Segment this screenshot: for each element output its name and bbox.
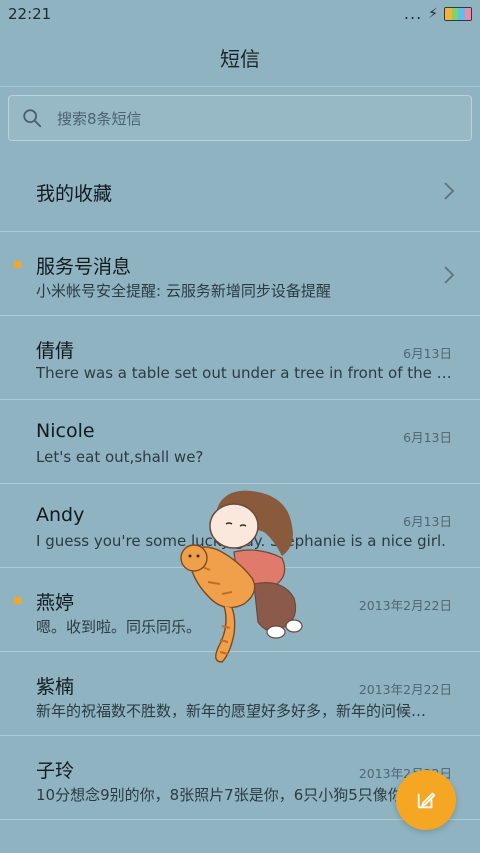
conversation-preview: 新年的祝福数不胜数，新年的愿望好多好多，新年的问候… — [36, 702, 427, 720]
conversation-preview: 小米帐号安全提醒: 云服务新增同步设备提醒 — [36, 282, 331, 300]
conversation-name: 紫楠 — [36, 676, 75, 698]
conversation-date: 2013年2月22日 — [358, 682, 452, 697]
conversation-name: 服务号消息 — [36, 256, 132, 278]
search-icon — [23, 109, 42, 128]
charging-icon: ⚡ — [428, 6, 438, 22]
conversation-date: 6月13日 — [403, 430, 452, 445]
header: 短信 — [0, 28, 480, 87]
conversation-date: 6月13日 — [403, 514, 452, 529]
list-item-favorites[interactable]: 我的收藏 — [0, 150, 480, 232]
conversation-date: 6月13日 — [403, 346, 452, 361]
unread-dot — [14, 261, 21, 268]
conversation-preview: 10分想念9别的你，8张照片7张是你，6只小狗5只像你… — [36, 786, 418, 804]
status-bar: 22:21 ... ⚡ — [0, 0, 480, 28]
conversation-name: Andy — [36, 504, 85, 526]
status-indicators: ... ⚡ — [404, 6, 472, 22]
list-item-conversation[interactable]: Nicole 6月13日 Let's eat out,shall we? — [0, 400, 480, 484]
compose-button[interactable] — [396, 770, 456, 830]
page-title: 短信 — [220, 46, 260, 71]
conversation-name: 燕婷 — [36, 592, 75, 614]
search-placeholder: 搜索8条短信 — [57, 109, 142, 128]
conversation-preview: There was a table set out under a tree i… — [36, 364, 452, 382]
battery-icon — [444, 7, 472, 21]
girl-hugging-cat-sticker — [180, 490, 303, 663]
conversation-preview: Let's eat out,shall we? — [36, 448, 204, 466]
search-bar[interactable]: 搜索8条短信 — [8, 95, 472, 141]
chevron-right-icon — [444, 182, 455, 200]
unread-dot — [14, 597, 21, 604]
conversation-date: 2013年2月22日 — [358, 598, 452, 613]
status-time: 22:21 — [8, 5, 52, 23]
list-item-conversation[interactable]: 倩倩 6月13日 There was a table set out under… — [0, 316, 480, 400]
conversation-name: 我的收藏 — [36, 183, 113, 205]
conversation-name: 倩倩 — [36, 340, 75, 362]
signal-dots-icon: ... — [403, 4, 423, 23]
conversation-name: Nicole — [36, 420, 95, 442]
compose-icon — [417, 792, 436, 809]
conversation-name: 子玲 — [36, 760, 75, 782]
list-item-service[interactable]: 服务号消息 小米帐号安全提醒: 云服务新增同步设备提醒 — [0, 232, 480, 316]
chevron-right-icon — [444, 266, 455, 284]
